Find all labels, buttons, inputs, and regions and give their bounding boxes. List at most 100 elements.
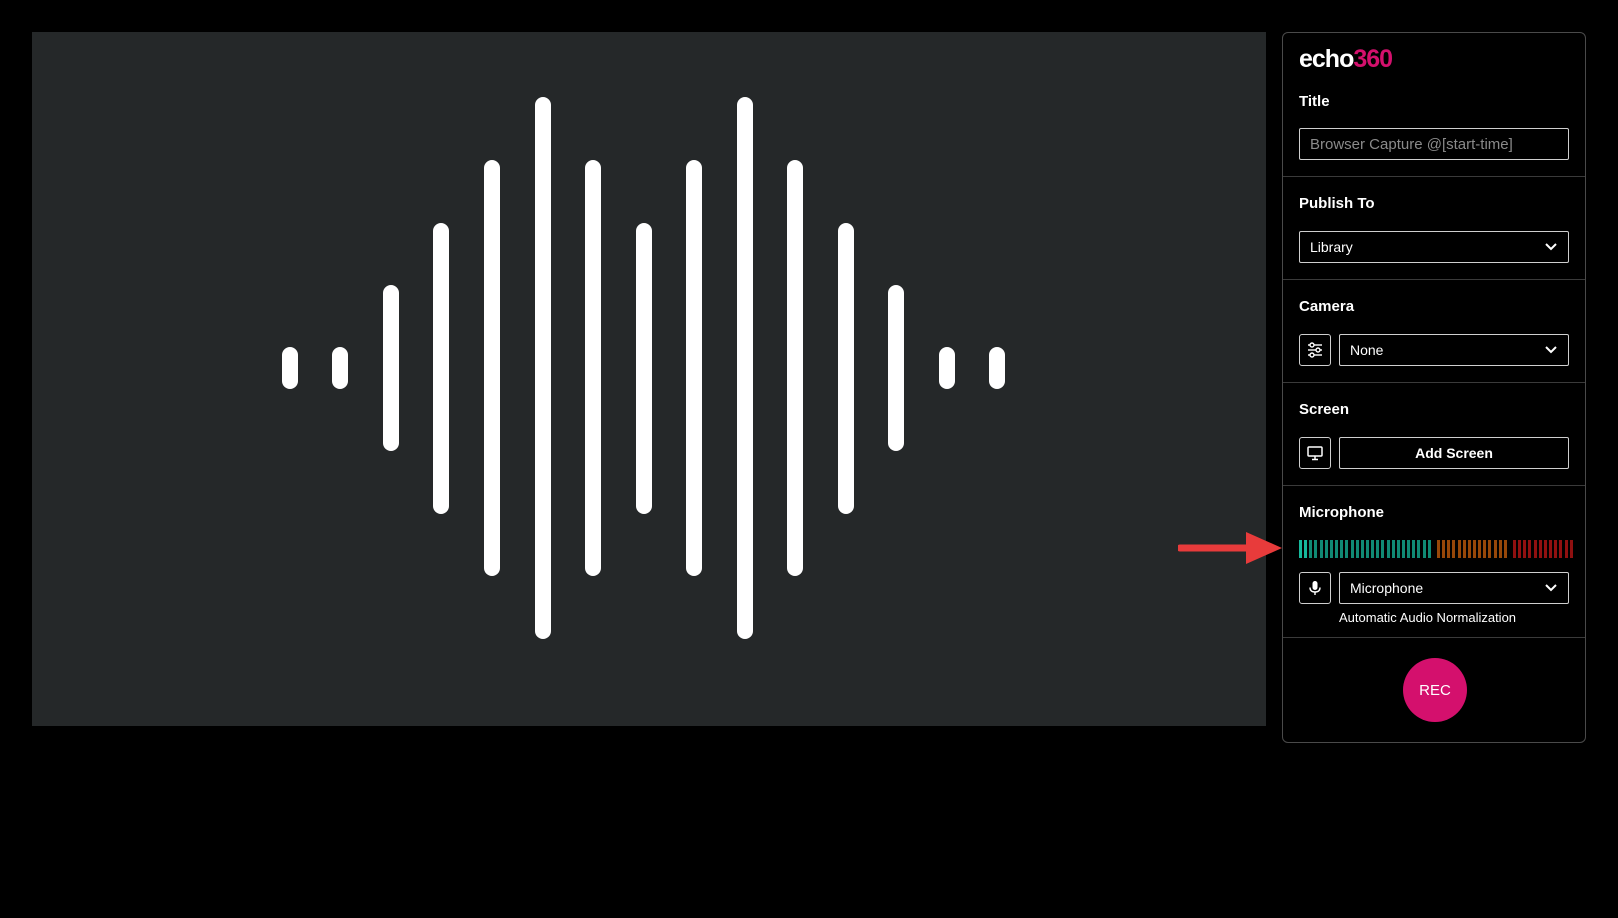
meter-segment — [1488, 540, 1492, 558]
camera-section: Camera None — [1283, 280, 1585, 383]
screen-icon-button[interactable] — [1299, 437, 1331, 469]
meter-segment — [1503, 540, 1507, 558]
meter-segment — [1407, 540, 1411, 558]
screen-label: Screen — [1299, 401, 1350, 418]
meter-segment — [1396, 540, 1400, 558]
capture-panel: echo360 Title Browser Capture @[start-ti… — [1282, 32, 1586, 743]
meter-segment — [1498, 540, 1502, 558]
meter-segment — [1417, 540, 1421, 558]
waveform-bar — [484, 160, 500, 576]
monitor-icon — [1307, 446, 1323, 461]
meter-segment — [1569, 540, 1573, 558]
camera-settings-button[interactable] — [1299, 334, 1331, 366]
microphone-section: Microphone Microphone Automatic Audio No… — [1283, 486, 1585, 638]
sliders-icon — [1308, 342, 1322, 358]
waveform-bar — [383, 285, 399, 451]
camera-label: Camera — [1299, 298, 1355, 315]
waveform-bar — [888, 285, 904, 451]
meter-segment — [1462, 540, 1466, 558]
waveform-bar — [585, 160, 601, 576]
waveform-bar — [686, 160, 702, 576]
meter-segment — [1472, 540, 1476, 558]
meter-segment — [1319, 540, 1323, 558]
meter-segment — [1309, 540, 1313, 558]
title-section: echo360 Title Browser Capture @[start-ti… — [1283, 33, 1585, 177]
meter-segment — [1452, 540, 1456, 558]
meter-segment — [1299, 540, 1302, 558]
meter-segment — [1350, 540, 1354, 558]
meter-segment — [1340, 540, 1344, 558]
meter-segment — [1304, 540, 1308, 558]
meter-segment — [1528, 540, 1532, 558]
title-input[interactable]: Browser Capture @[start-time] — [1299, 128, 1569, 160]
meter-segment — [1442, 540, 1446, 558]
meter-segment — [1564, 540, 1568, 558]
waveform-bar — [535, 97, 551, 639]
meter-segment — [1447, 540, 1451, 558]
meter-segment — [1559, 540, 1563, 558]
meter-segment — [1355, 540, 1359, 558]
meter-segment — [1427, 540, 1431, 558]
meter-segment — [1493, 540, 1497, 558]
meter-segment — [1412, 540, 1416, 558]
publish-selected-value: Library — [1310, 239, 1353, 255]
publish-label: Publish To — [1299, 195, 1375, 212]
waveform-bar — [787, 160, 803, 576]
waveform-bar — [939, 347, 955, 389]
waveform-bar — [737, 97, 753, 639]
record-button[interactable]: REC — [1403, 658, 1467, 722]
audio-normalization-label: Automatic Audio Normalization — [1339, 610, 1517, 625]
meter-segment — [1554, 540, 1558, 558]
waveform-bar — [282, 347, 298, 389]
microphone-icon — [1309, 581, 1321, 595]
meter-segment — [1478, 540, 1482, 558]
meter-segment — [1376, 540, 1380, 558]
meter-segment — [1533, 540, 1537, 558]
meter-segment — [1436, 540, 1440, 558]
record-section: REC — [1283, 638, 1585, 742]
title-label: Title — [1299, 93, 1330, 110]
waveform-bar — [989, 347, 1005, 389]
microphone-level-meter — [1299, 540, 1573, 558]
meter-segment — [1523, 540, 1527, 558]
waveform-bar — [636, 222, 652, 514]
meter-segment — [1391, 540, 1395, 558]
meter-segment — [1345, 540, 1349, 558]
meter-segment — [1513, 540, 1516, 558]
camera-select[interactable]: None — [1339, 334, 1569, 366]
meter-segment — [1314, 540, 1318, 558]
meter-segment — [1402, 540, 1405, 558]
meter-segment — [1457, 540, 1461, 558]
chevron-down-icon — [1545, 346, 1557, 354]
add-screen-button[interactable]: Add Screen — [1339, 437, 1569, 469]
publish-select[interactable]: Library — [1299, 231, 1569, 263]
meter-segment — [1335, 540, 1339, 558]
camera-selected-value: None — [1350, 342, 1384, 358]
waveform-bar — [838, 222, 854, 514]
waveform-bar — [433, 222, 449, 514]
waveform-bar — [332, 347, 348, 389]
meter-segment — [1360, 540, 1364, 558]
meter-segment — [1324, 540, 1328, 558]
meter-segment — [1381, 540, 1385, 558]
meter-segment — [1543, 540, 1547, 558]
title-placeholder: Browser Capture @[start-time] — [1310, 135, 1513, 153]
meter-segment — [1518, 540, 1522, 558]
echo360-logo: echo360 — [1299, 45, 1393, 73]
microphone-label: Microphone — [1299, 504, 1384, 521]
meter-segment — [1329, 540, 1333, 558]
microphone-selected-value: Microphone — [1350, 580, 1424, 596]
meter-segment — [1422, 540, 1426, 558]
screen-section: Screen Add Screen — [1283, 383, 1585, 486]
meter-segment — [1386, 540, 1390, 558]
microphone-select[interactable]: Microphone — [1339, 572, 1569, 604]
meter-segment — [1371, 540, 1375, 558]
chevron-down-icon — [1545, 243, 1557, 251]
meter-segment — [1365, 540, 1369, 558]
meter-segment — [1483, 540, 1487, 558]
meter-segment — [1538, 540, 1542, 558]
microphone-icon-button[interactable] — [1299, 572, 1331, 604]
meter-segment — [1467, 540, 1471, 558]
meter-segment — [1549, 540, 1553, 558]
chevron-down-icon — [1545, 584, 1557, 592]
